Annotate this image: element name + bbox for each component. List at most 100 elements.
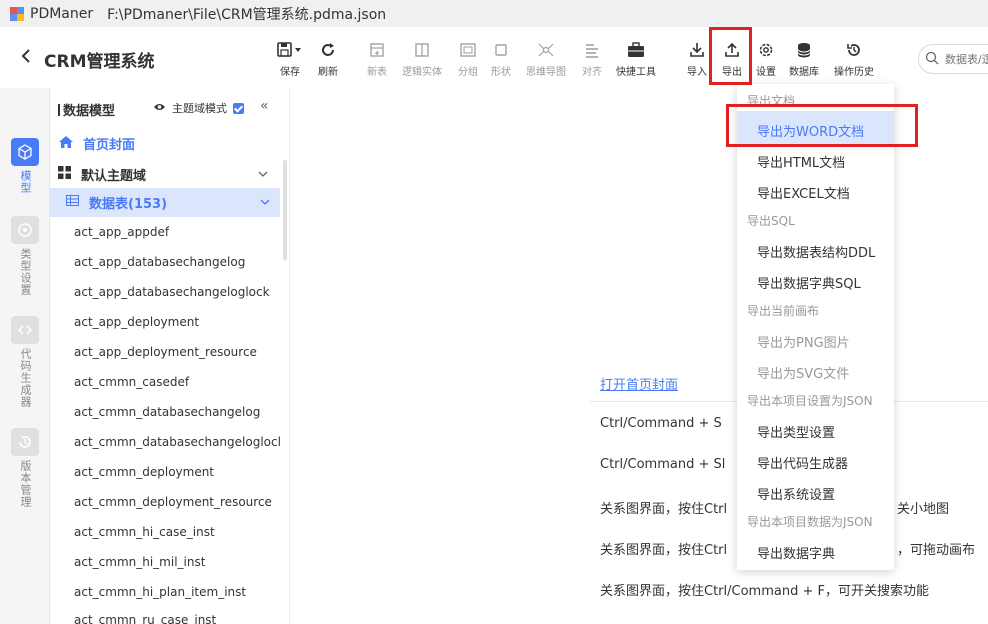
menu-group-sql: 导出SQL <box>747 214 795 228</box>
export-sys-settings-item[interactable]: 导出系统设置 <box>757 484 835 503</box>
table-list-item[interactable]: act_cmmn_deployment <box>74 465 214 479</box>
quick-tools-button[interactable]: 快捷工具 <box>616 40 656 78</box>
export-dict-sql-item[interactable]: 导出数据字典SQL <box>757 273 861 292</box>
export-html-item[interactable]: 导出HTML文档 <box>757 152 845 171</box>
export-data-dict-item[interactable]: 导出数据字典 <box>757 543 835 562</box>
save-icon <box>277 40 303 60</box>
save-label: 保存 <box>280 67 300 78</box>
logic-entity-icon <box>414 40 430 60</box>
refresh-button[interactable]: 刷新 <box>318 40 338 78</box>
table-list-item[interactable]: act_cmmn_ru_case_inst <box>74 613 216 624</box>
theme-mode-checkbox[interactable] <box>233 102 244 114</box>
nav-data-tables[interactable]: 数据表(153) <box>50 188 280 217</box>
group-label: 分组 <box>458 67 478 78</box>
table-list-item[interactable]: act_cmmn_hi_mil_inst <box>74 555 205 569</box>
refresh-label: 刷新 <box>318 67 338 78</box>
table-list-item[interactable]: act_app_appdef <box>74 225 169 239</box>
search-icon <box>925 51 939 68</box>
history-button[interactable]: 操作历史 <box>834 40 874 78</box>
type-settings-icon <box>11 216 39 244</box>
search-box[interactable] <box>918 44 988 74</box>
export-dropdown-menu: 导出文档 导出为WORD文档 导出HTML文档 导出EXCEL文档 导出SQL … <box>737 84 894 570</box>
shortcut-hint: 关系图界面，按住Ctrl <box>600 502 728 517</box>
shape-button[interactable]: 形状 <box>491 40 511 78</box>
mind-map-icon <box>536 40 556 60</box>
panel-title: 数据模型 <box>58 100 115 119</box>
menu-group-data-json: 导出本项目数据为JSON <box>747 515 873 529</box>
table-list-item[interactable]: act_cmmn_databasechangelog <box>74 405 260 419</box>
nav-home-cover[interactable]: 首页封面 <box>58 134 135 153</box>
open-home-link[interactable]: 打开首页封面 <box>600 374 678 393</box>
file-path: F:\PDmaner\File\CRM管理系统.pdma.json <box>107 6 387 23</box>
mind-map-button[interactable]: 思维导图 <box>526 40 566 78</box>
table-list-item[interactable]: act_app_databasechangelog <box>74 255 245 269</box>
refresh-icon <box>320 40 336 60</box>
rail-label-model: 模型 <box>19 170 32 194</box>
rail-item-model[interactable]: 模型 <box>0 138 50 194</box>
new-table-label: 新表 <box>367 67 387 78</box>
mind-map-label: 思维导图 <box>526 67 566 78</box>
table-list-item[interactable]: act_cmmn_hi_case_inst <box>74 525 215 539</box>
chevron-down-icon <box>260 197 270 208</box>
back-icon[interactable] <box>20 45 32 69</box>
project-title: CRM管理系统 <box>44 52 155 72</box>
import-label: 导入 <box>687 67 707 78</box>
theme-mode-toggle[interactable]: 主题域模式 <box>153 100 244 116</box>
rail-label-version: 版本管理 <box>19 460 32 508</box>
word-highlight-box <box>726 104 918 147</box>
table-list-item[interactable]: act_app_deployment <box>74 315 199 329</box>
import-icon <box>689 40 705 60</box>
table-list-item[interactable]: act_cmmn_hi_plan_item_inst <box>74 585 246 599</box>
align-button[interactable]: 对齐 <box>582 40 602 78</box>
shortcut-hint: 关系图界面，按住Ctrl/Command + F，可开关搜索功能 <box>600 584 929 599</box>
nav-theme-label: 默认主题域 <box>81 169 147 184</box>
save-button[interactable]: 保存 <box>277 40 303 78</box>
model-panel: 数据模型 主题域模式 « 首页封面 默认主题域 数据表(153) act_app… <box>50 88 290 624</box>
cube-icon <box>11 138 39 166</box>
shape-label: 形状 <box>491 67 511 78</box>
shape-icon <box>493 40 509 60</box>
export-png-item[interactable]: 导出为PNG图片 <box>757 332 850 351</box>
database-label: 数据库 <box>789 67 819 78</box>
gear-icon <box>758 40 774 60</box>
version-icon <box>11 428 39 456</box>
quick-tools-label: 快捷工具 <box>616 67 656 78</box>
rail-item-version[interactable]: 版本管理 <box>0 428 50 508</box>
import-button[interactable]: 导入 <box>687 40 707 78</box>
table-list-item[interactable]: act_cmmn_databasechangeloglocl <box>74 435 281 449</box>
align-label: 对齐 <box>582 67 602 78</box>
group-button[interactable]: 分组 <box>458 40 478 78</box>
rail-item-type-settings[interactable]: 类型设置 <box>0 216 50 296</box>
table-list-item[interactable]: act_cmmn_casedef <box>74 375 189 389</box>
nav-default-theme[interactable]: 默认主题域 <box>58 165 278 184</box>
export-svg-item[interactable]: 导出为SVG文件 <box>757 363 849 382</box>
rail-item-code-generator[interactable]: 代码生成器 <box>0 316 50 408</box>
logic-entity-button[interactable]: 逻辑实体 <box>402 40 442 78</box>
new-table-button[interactable]: 新表 <box>367 40 387 78</box>
shortcut-hint: Ctrl/Command + S <box>600 416 722 431</box>
database-button[interactable]: 数据库 <box>789 40 819 78</box>
toolbox-icon <box>627 40 645 60</box>
table-list-item[interactable]: act_cmmn_deployment_resource <box>74 495 272 509</box>
home-icon <box>58 135 74 153</box>
export-ddl-item[interactable]: 导出数据表结构DDL <box>757 242 875 261</box>
shortcut-hint-tail: ，可拖动画布 <box>897 543 976 558</box>
menu-group-settings-json: 导出本项目设置为JSON <box>747 394 873 408</box>
left-rail: 模型 类型设置 代码生成器 版本管理 <box>0 88 50 624</box>
panel-scrollbar[interactable] <box>283 160 287 260</box>
chevron-down-icon <box>258 169 268 180</box>
toolbar: CRM管理系统 保存 刷新 新表 逻辑实体 分组 形状 思维导图 对齐 快捷工具… <box>0 27 988 88</box>
history-icon <box>846 40 862 60</box>
collapse-panel-icon[interactable]: « <box>260 98 269 114</box>
app-name: PDManer <box>30 5 94 22</box>
export-type-settings-item[interactable]: 导出类型设置 <box>757 422 835 441</box>
database-icon <box>796 40 812 60</box>
shortcut-hint: Ctrl/Command + Sl <box>600 457 726 472</box>
app-logo-icon <box>10 6 24 21</box>
export-excel-item[interactable]: 导出EXCEL文档 <box>757 183 850 202</box>
search-input[interactable] <box>945 52 988 66</box>
settings-button[interactable]: 设置 <box>756 40 776 78</box>
export-code-gen-item[interactable]: 导出代码生成器 <box>757 453 848 472</box>
table-list-item[interactable]: act_app_databasechangeloglock <box>74 285 270 299</box>
table-list-item[interactable]: act_app_deployment_resource <box>74 345 257 359</box>
